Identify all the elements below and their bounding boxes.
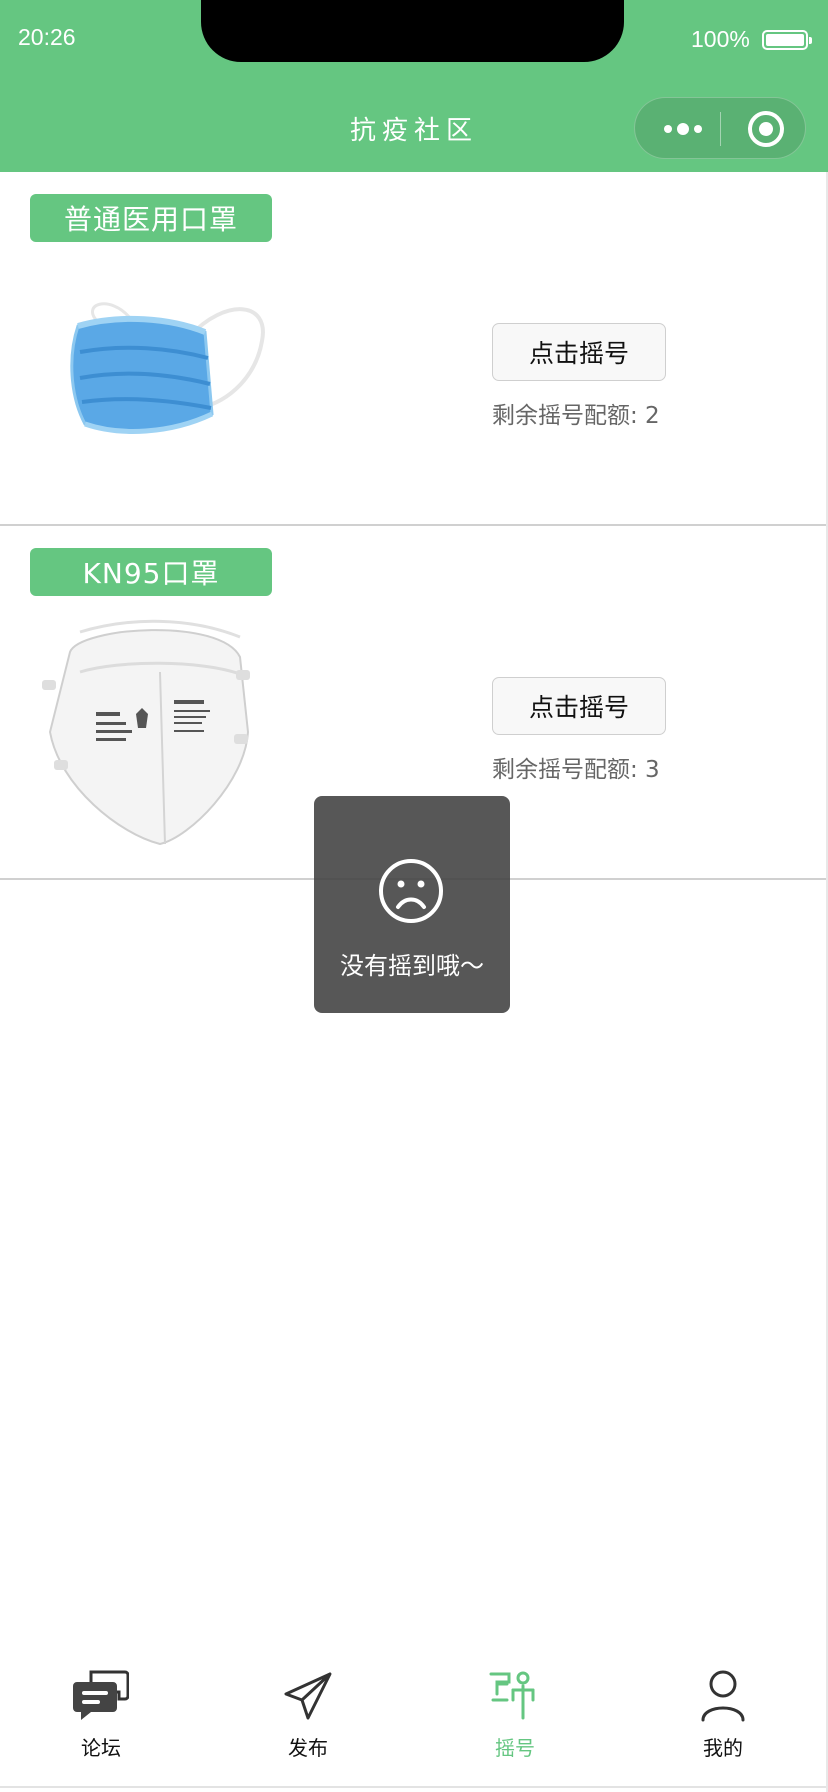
shake-button[interactable]: 点击摇号 bbox=[492, 677, 666, 735]
mini-program-capsule bbox=[634, 97, 806, 159]
bottom-divider bbox=[0, 1786, 826, 1788]
product-tag: 普通医用口罩 bbox=[30, 194, 272, 242]
kn95-mask-image bbox=[42, 619, 250, 846]
surgical-mask-image bbox=[70, 302, 265, 434]
product-tag: KN95口罩 bbox=[30, 548, 272, 596]
product-card: 普通医用口罩 点击摇号 剩余摇号配额: 2 bbox=[0, 172, 826, 526]
tab-forum[interactable]: 论坛 bbox=[41, 1670, 161, 1770]
remaining-quota: 剩余摇号配额: 2 bbox=[492, 403, 660, 429]
tab-label: 发布 bbox=[288, 1736, 328, 1760]
tab-label: 摇号 bbox=[495, 1736, 535, 1760]
tab-post[interactable]: 发布 bbox=[248, 1670, 368, 1770]
more-dots-icon[interactable] bbox=[655, 98, 711, 160]
toast: 没有摇到哦～ bbox=[314, 796, 510, 1013]
battery-icon bbox=[762, 30, 812, 50]
device-notch bbox=[201, 0, 624, 62]
tab-label: 论坛 bbox=[81, 1736, 121, 1760]
navigation-bar: 抗疫社区 bbox=[0, 80, 828, 172]
target-circle-icon[interactable] bbox=[748, 111, 784, 147]
chat-bubbles-icon bbox=[73, 1670, 129, 1720]
tab-bar: 论坛 发布 摇号 我的 bbox=[0, 1640, 826, 1792]
tab-mine[interactable]: 我的 bbox=[663, 1670, 783, 1770]
tab-label: 我的 bbox=[703, 1736, 743, 1760]
toast-message: 没有摇到哦～ bbox=[340, 952, 484, 980]
status-bar: 20:26 100% bbox=[0, 0, 828, 80]
sad-face-icon bbox=[379, 859, 443, 923]
status-time: 20:26 bbox=[18, 24, 76, 50]
shake-button[interactable]: 点击摇号 bbox=[492, 323, 666, 381]
battery-percent: 100% bbox=[691, 26, 750, 52]
lottery-person-icon bbox=[489, 1671, 535, 1720]
remaining-quota: 剩余摇号配额: 3 bbox=[492, 757, 660, 783]
paper-plane-icon bbox=[284, 1672, 332, 1720]
person-icon bbox=[701, 1670, 745, 1722]
capsule-divider bbox=[720, 112, 721, 146]
tab-shake[interactable]: 摇号 bbox=[455, 1670, 575, 1770]
